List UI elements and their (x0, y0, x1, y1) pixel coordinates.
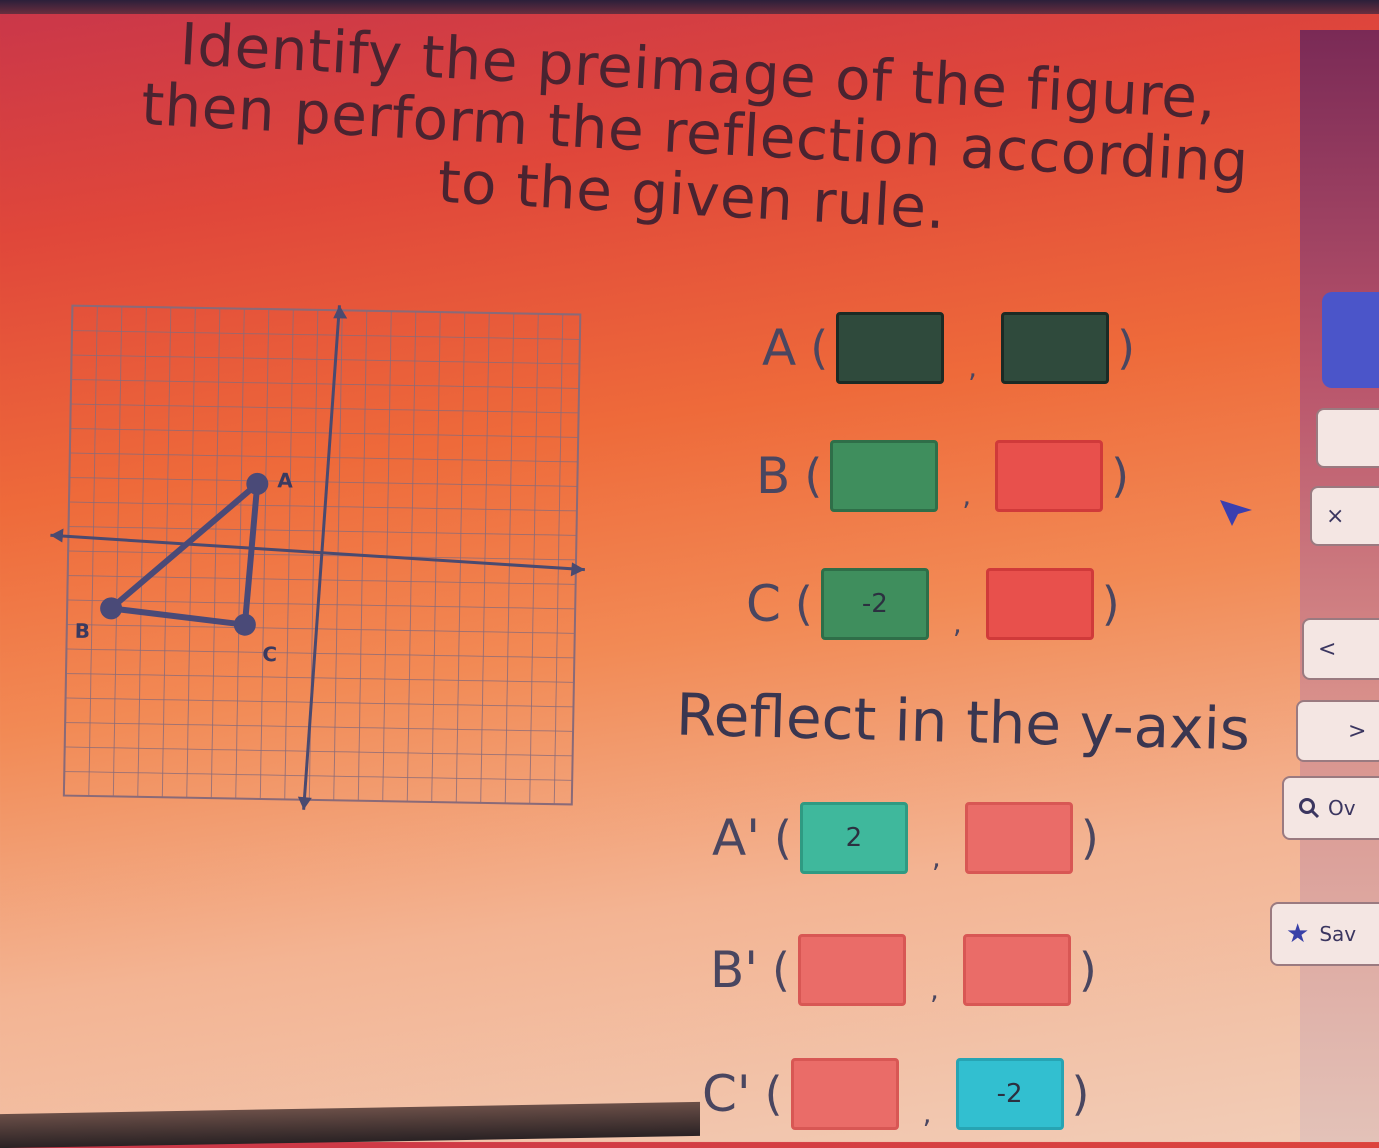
comma: , (952, 607, 962, 640)
save-label: Sav (1319, 922, 1357, 946)
save-button[interactable]: ★ Sav (1270, 902, 1379, 966)
previous-button[interactable]: < (1302, 618, 1379, 680)
close-paren: ) (1101, 577, 1120, 631)
preimage-b-y-input[interactable] (995, 440, 1104, 512)
preimage-a-x-input[interactable] (836, 312, 945, 384)
image-row-a: A' ( 2 , ) (712, 802, 1107, 874)
close-paren: ) (1111, 449, 1130, 503)
preimage-c-y-input[interactable] (985, 568, 1094, 640)
preimage-c-x-input[interactable]: -2 (820, 568, 929, 640)
overview-label: Ov (1328, 796, 1356, 820)
x-axis-arrow-icon (570, 562, 585, 577)
close-icon: × (1326, 503, 1345, 529)
open-paren: ( (804, 449, 823, 503)
close-paren: ) (1078, 943, 1097, 997)
image-b-x-input[interactable] (798, 934, 906, 1006)
close-paren: ) (1080, 811, 1099, 865)
mouse-pointer-icon (1220, 500, 1252, 526)
sidebar-tool-button[interactable] (1316, 408, 1379, 468)
side-panel (1300, 30, 1379, 1142)
comma: , (931, 841, 941, 874)
preimage-a-y-input[interactable] (1001, 312, 1110, 384)
point-b-label: B (75, 619, 91, 643)
question-title: Identify the preimage of the figure, the… (139, 9, 1251, 243)
monitor-bezel-bottom (0, 1101, 700, 1148)
open-paren: ( (810, 321, 829, 375)
next-button[interactable]: > (1296, 700, 1379, 762)
image-a-label: A' (712, 809, 760, 867)
comma: , (922, 1097, 932, 1130)
preimage-row-c: C ( -2 , ) (746, 568, 1128, 640)
preimage-row-b: B ( , ) (756, 440, 1137, 512)
chevron-right-icon: > (1348, 718, 1367, 744)
open-paren: ( (794, 577, 813, 631)
image-row-c: C' ( , -2 ) (702, 1058, 1097, 1130)
open-paren: ( (764, 1067, 783, 1121)
close-paren: ) (1071, 1067, 1090, 1121)
image-b-y-input[interactable] (962, 934, 1071, 1006)
y-axis-arrow-icon (297, 796, 312, 810)
close-paren: ) (1117, 321, 1136, 375)
image-c-label: C' (702, 1065, 751, 1123)
preimage-b-x-input[interactable] (830, 440, 939, 512)
open-paren: ( (772, 943, 790, 997)
x-axis-arrow-left-icon (50, 528, 64, 543)
image-row-b: B' ( , ) (710, 934, 1105, 1006)
preimage-row-a: A ( , ) (762, 312, 1143, 384)
comma: , (930, 973, 939, 1006)
image-a-x-input[interactable]: 2 (799, 802, 908, 874)
image-a-y-input[interactable] (964, 802, 1073, 874)
comma: , (962, 479, 972, 512)
check-answer-button[interactable] (1322, 292, 1379, 388)
preimage-a-label: A (762, 319, 797, 377)
point-a-label: A (277, 468, 293, 492)
image-c-x-input[interactable] (790, 1058, 899, 1130)
screen: Identify the preimage of the figure, the… (0, 0, 1379, 1148)
point-c-label: C (262, 642, 277, 666)
image-c-y-input[interactable]: -2 (955, 1058, 1064, 1130)
star-icon: ★ (1286, 919, 1310, 949)
close-button[interactable]: × (1310, 486, 1379, 546)
open-paren: ( (773, 811, 792, 865)
coordinate-grid: A B C (40, 290, 600, 830)
grid-svg: A B C (50, 304, 585, 810)
image-b-label: B' (710, 941, 759, 999)
reflection-rule: Reflect in the y-axis (675, 680, 1251, 764)
search-icon (1299, 798, 1320, 819)
preimage-b-label: B (756, 447, 791, 505)
overview-button[interactable]: Ov (1282, 776, 1379, 840)
chevron-left-icon: < (1318, 636, 1337, 662)
comma: , (968, 351, 978, 384)
preimage-c-label: C (746, 575, 781, 633)
